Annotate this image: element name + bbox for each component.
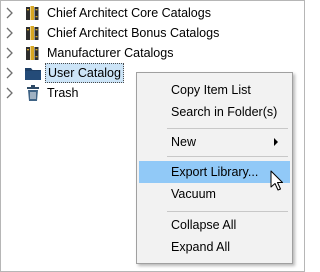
books-icon	[26, 46, 39, 60]
menu-separator	[167, 156, 288, 157]
menu-separator	[167, 211, 288, 212]
menu-item-vacuum[interactable]: Vacuum	[139, 183, 290, 205]
tree-item-manufacturer-catalogs[interactable]: Manufacturer Catalogs	[1, 43, 301, 63]
books-icon	[26, 26, 39, 40]
menu-item-label: Expand All	[171, 240, 231, 254]
menu-item-label: Export Library...	[171, 165, 259, 179]
tree-item-bonus-catalogs[interactable]: Chief Architect Bonus Catalogs	[1, 23, 301, 43]
menu-item-label: Collapse All	[171, 218, 237, 232]
chevron-right-icon[interactable]	[5, 87, 15, 99]
trash-icon	[27, 85, 39, 101]
books-icon	[26, 6, 39, 20]
menu-item-expand-all[interactable]: Expand All	[139, 236, 290, 258]
tree-item-label: Chief Architect Bonus Catalogs	[47, 26, 220, 40]
mouse-pointer-icon	[270, 170, 283, 191]
chevron-right-icon[interactable]	[5, 27, 15, 39]
menu-item-label: Search in Folder(s)	[171, 105, 278, 119]
context-menu: Copy Item List Search in Folder(s) New E…	[136, 72, 293, 264]
menu-item-label: Copy Item List	[171, 83, 251, 97]
chevron-right-icon[interactable]	[5, 7, 15, 19]
menu-item-label: Vacuum	[171, 187, 216, 201]
tree-item-label: Trash	[47, 86, 79, 100]
tree-item-core-catalogs[interactable]: Chief Architect Core Catalogs	[1, 3, 301, 23]
folder-icon	[25, 68, 41, 80]
menu-item-new[interactable]: New	[139, 131, 290, 153]
tree-item-label: Chief Architect Core Catalogs	[47, 6, 211, 20]
menu-item-search-in-folders[interactable]: Search in Folder(s)	[139, 101, 290, 123]
menu-item-label: New	[171, 135, 197, 149]
chevron-right-icon[interactable]	[5, 47, 15, 59]
menu-item-collapse-all[interactable]: Collapse All	[139, 214, 290, 236]
tree-item-label: Manufacturer Catalogs	[47, 46, 174, 60]
tree-item-label: User Catalog	[45, 63, 124, 83]
submenu-arrow-icon	[274, 138, 278, 146]
menu-separator	[167, 128, 288, 129]
menu-item-export-library[interactable]: Export Library...	[139, 161, 290, 183]
menu-item-copy-item-list[interactable]: Copy Item List	[139, 79, 290, 101]
chevron-right-icon[interactable]	[5, 67, 15, 79]
